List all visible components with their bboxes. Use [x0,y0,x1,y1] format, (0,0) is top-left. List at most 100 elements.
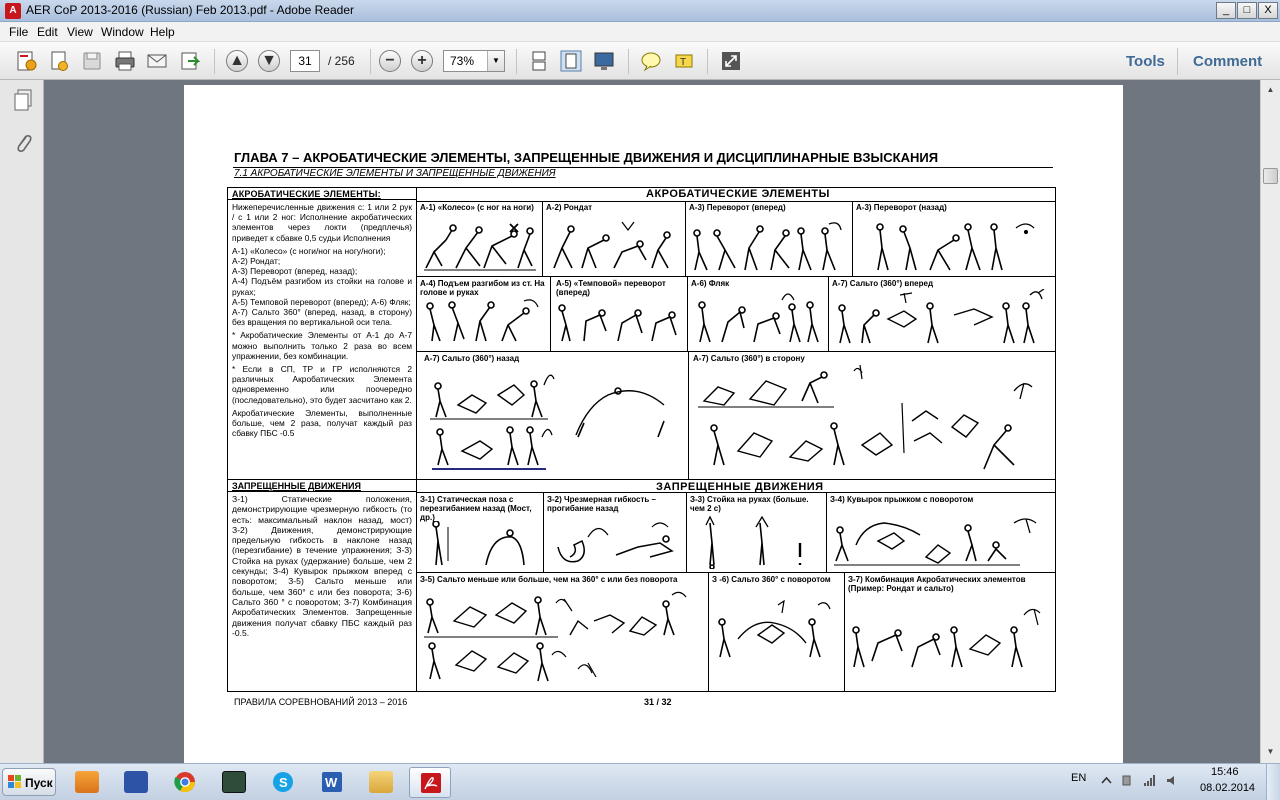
windows-logo-icon [8,775,21,788]
menu-file[interactable]: File [9,25,28,39]
zoom-value: 73% [450,54,475,68]
taskbar-app-adobe-reader[interactable] [409,767,451,798]
cell-label-a5: А-5) «Темповой» переворот (вперед) [556,279,666,297]
table-rule [227,491,416,492]
menu-help[interactable]: Help [150,25,175,39]
taskbar-app-archive[interactable] [66,767,108,798]
taskbar-app-word[interactable]: W [311,767,353,798]
start-label: Пуск [25,776,53,790]
expand-icon[interactable] [720,50,742,72]
email-icon[interactable] [146,50,168,72]
title-bar: A AER CoP 2013-2016 (Russian) Feb 2013.p… [0,0,1280,22]
keyboard-language[interactable]: EN [1071,772,1086,784]
acro-penalty-paragraph: Акробатические Элементы, выполненные бол… [232,407,412,439]
toolbar: ▲ ▼ 31 / 256 − + 73% ▼ T Tools Comment [0,42,1280,80]
save-icon[interactable] [81,50,103,72]
network-signal-icon[interactable] [1143,774,1156,787]
scrolling-mode-icon[interactable] [528,50,550,72]
illustration-a7-front-somersault [834,289,1052,347]
cell-label-a1: А-1) «Колесо» (с ног на ноги) [420,203,534,212]
page-number-input[interactable]: 31 [290,50,320,72]
attachments-paperclip-icon[interactable] [12,132,34,156]
vertical-scrollbar[interactable]: ▲ ▼ [1260,80,1280,763]
svg-text:W: W [325,775,338,790]
illustration-a7-back-somersault [428,365,684,473]
taskbar-app-skype[interactable]: S [262,767,304,798]
zoom-select[interactable]: 73% ▼ [443,50,505,72]
scroll-down-arrow-icon[interactable]: ▼ [1263,744,1278,759]
cell-label-a4: А-4) Подъем разгибом из ст. На голове и … [420,279,545,297]
page-thumbnails-icon[interactable] [12,88,34,112]
acro-note-paragraph: * Если в СП, ТР и ГР исполняются 2 разли… [232,364,412,405]
illustration-z1-static-bridge [422,521,540,569]
cell-label-a6: А-6) Фляк [691,279,730,288]
cell-label-z7: З-7) Комбинация Акробатических элементов… [848,575,1026,593]
start-button[interactable]: Пуск [2,768,56,796]
acro-elements-description: Нижеперечисленные движения с: 1 или 2 ру… [232,202,412,441]
illustration-z6-somersault-360-turn [714,599,840,663]
toolbar-separator [628,49,629,74]
scroll-up-arrow-icon[interactable]: ▲ [1263,82,1278,97]
table-rule [416,351,1056,352]
table-column-divider [416,187,417,692]
illustration-a3-back-walkover [856,218,1052,274]
close-button[interactable]: X [1258,2,1278,19]
table-rule [543,492,544,572]
zoom-out-button[interactable]: − [379,50,401,72]
edit-document-icon[interactable] [48,50,70,72]
create-pdf-icon[interactable] [15,50,37,72]
taskbar-app-save[interactable] [115,767,157,798]
menu-edit[interactable]: Edit [37,25,58,39]
cell-label-z1: З-1) Статическая поза с перезгибанием на… [420,495,532,522]
volume-icon[interactable] [1166,774,1179,787]
show-hidden-icons-icon[interactable] [1100,774,1113,787]
table-rule [687,276,688,351]
forbidden-moves-description: З-1) Статические положения, демонстрирую… [232,494,412,638]
taskbar-app-chrome[interactable] [164,767,206,798]
acro-elements-heading: АКРОБАТИЧЕСКИЕ ЭЛЕМЕНТЫ: [232,189,381,199]
sticky-note-icon[interactable] [640,50,662,72]
print-icon[interactable] [114,50,136,72]
minimize-button[interactable]: _ [1216,2,1236,19]
show-desktop-button[interactable] [1266,764,1280,800]
chrome-icon [174,772,196,793]
taskbar-app-monitor[interactable] [213,767,255,798]
document-viewport[interactable]: ГЛАВА 7 – АКРОБАТИЧЕСКИЕ ЭЛЕМЕНТЫ, ЗАПРЕ… [45,80,1260,763]
cell-label-a7-back: А-7) Сальто (360°) назад [424,354,520,363]
menu-window[interactable]: Window [101,25,144,39]
illustration-z7-combination [848,601,1054,673]
menu-view[interactable]: View [67,25,93,39]
archive-app-icon [75,771,99,793]
word-icon: W [322,772,342,792]
navigation-pane [0,80,44,763]
acro-list-item: А-2) Рондат; [232,256,281,267]
taskbar-app-explorer[interactable] [360,767,402,798]
previous-page-button[interactable]: ▲ [226,50,248,72]
acro-list-item: А-7) Сальто 360° (вперед, назад, в сторо… [232,307,412,328]
acro-list-item: А-5) Темповой переворот (вперед); А-6) Ф… [232,296,411,307]
chevron-down-icon[interactable]: ▼ [487,51,504,71]
tools-pane-link[interactable]: Tools [1126,53,1165,70]
next-page-button[interactable]: ▼ [258,50,280,72]
adobe-reader-app-icon[interactable]: A [5,3,21,19]
illustration-a7-side-somersault [694,361,1050,473]
table-rule [828,276,829,351]
highlight-text-icon[interactable]: T [673,50,695,72]
maximize-button[interactable]: □ [1237,2,1257,19]
toolbar-separator [1177,48,1178,75]
comment-pane-link[interactable]: Comment [1193,53,1262,70]
table-rule [826,492,827,572]
read-mode-icon[interactable] [593,50,615,72]
table-rule [550,276,551,351]
fit-page-icon[interactable] [560,50,582,72]
table-rule [416,276,1056,277]
zoom-in-button[interactable]: + [411,50,433,72]
illustration-z5-somersault-turn [420,591,704,689]
clock-time[interactable]: 15:46 [1211,766,1239,778]
usb-device-icon[interactable] [1120,774,1133,787]
scrollbar-thumb[interactable] [1263,168,1278,184]
table-rule [416,201,1056,202]
clock-date[interactable]: 08.02.2014 [1200,782,1255,794]
illustration-a4-headspring [424,299,548,345]
send-for-review-icon[interactable] [179,50,201,72]
